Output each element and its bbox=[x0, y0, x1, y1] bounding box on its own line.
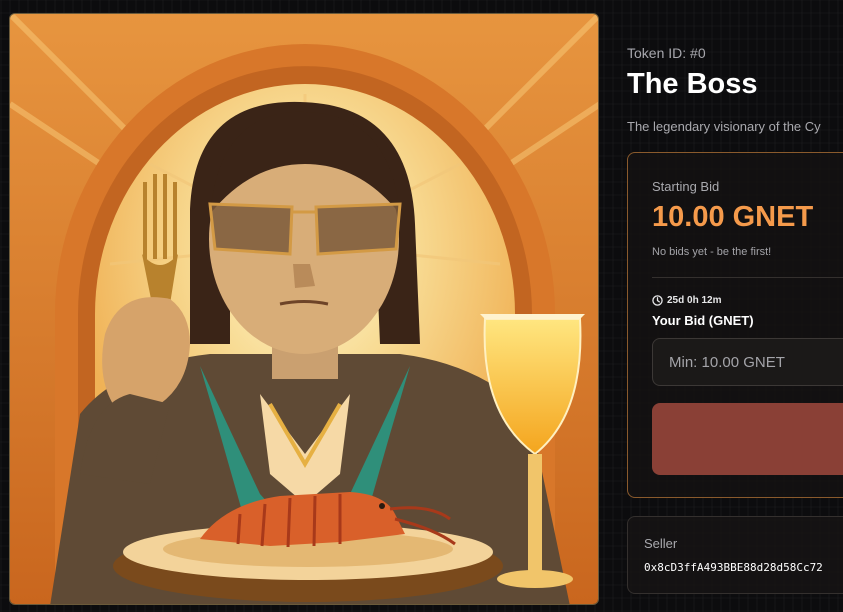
place-bid-button[interactable] bbox=[652, 403, 843, 475]
starting-bid-label: Starting Bid bbox=[652, 179, 720, 194]
nft-description: The legendary visionary of the Cy bbox=[627, 119, 821, 134]
clock-icon bbox=[652, 295, 663, 306]
auction-timer: 25d 0h 12m bbox=[652, 295, 721, 306]
artwork-image bbox=[10, 14, 598, 604]
seller-label: Seller bbox=[644, 536, 678, 551]
bid-amount-input[interactable] bbox=[652, 338, 843, 386]
token-id: Token ID: #0 bbox=[627, 45, 706, 61]
bid-status-text: No bids yet - be the first! bbox=[652, 246, 772, 258]
seller-address[interactable]: 0x8cD3ffA493BBE88d28d58Cc72 bbox=[644, 561, 823, 574]
starting-bid-value: 10.00 GNET bbox=[652, 201, 814, 233]
nft-title: The Boss bbox=[627, 68, 758, 100]
your-bid-label: Your Bid (GNET) bbox=[652, 313, 754, 328]
divider bbox=[652, 277, 843, 278]
timer-text: 25d 0h 12m bbox=[667, 295, 722, 306]
nft-artwork bbox=[9, 13, 599, 605]
bid-card: Starting Bid 10.00 GNET No bids yet - be… bbox=[627, 152, 843, 498]
seller-card: Seller 0x8cD3ffA493BBE88d28d58Cc72 bbox=[627, 516, 843, 594]
